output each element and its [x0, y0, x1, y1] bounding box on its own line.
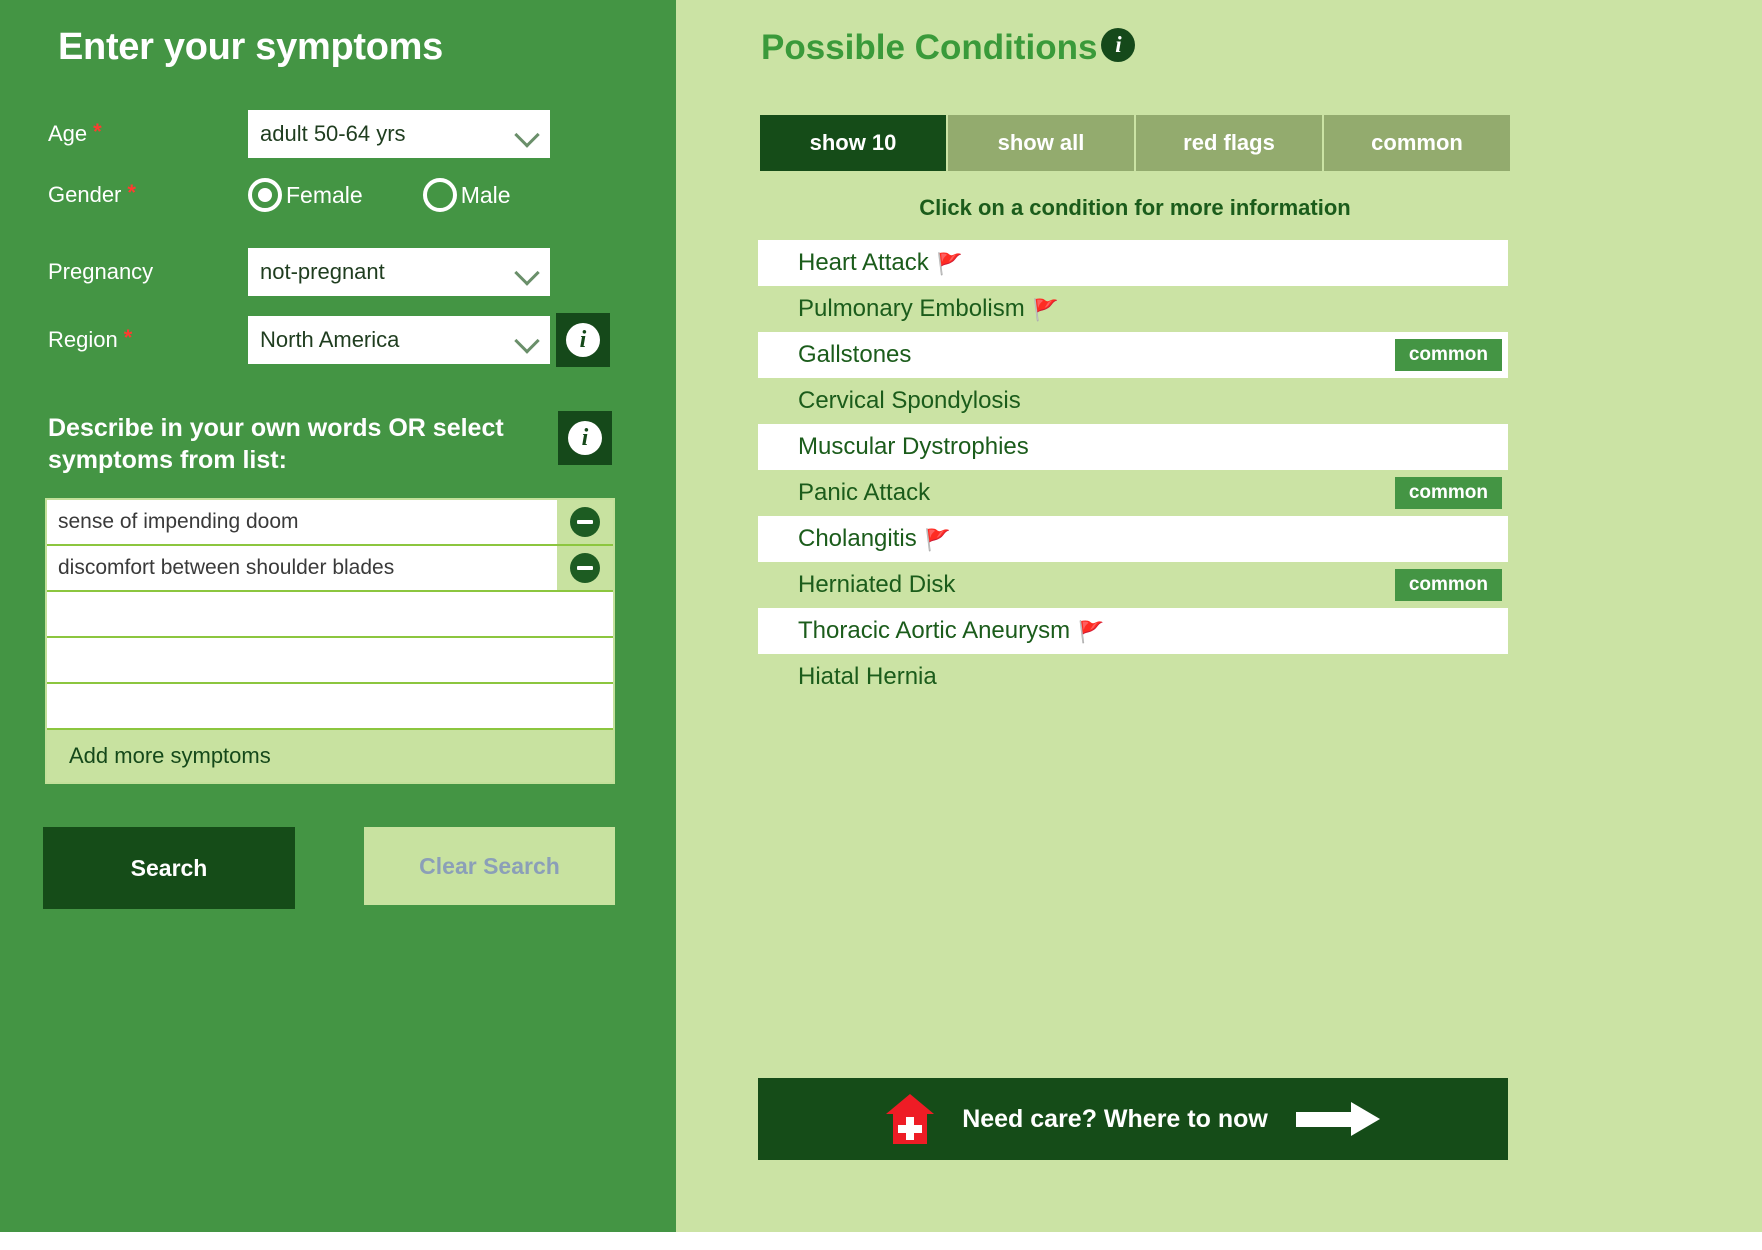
common-badge: common: [1394, 569, 1502, 601]
describe-info-button[interactable]: i: [558, 411, 612, 465]
conditions-list: Heart Attack 🚩 Pulmonary Embolism 🚩 Gall…: [758, 240, 1508, 700]
remove-symptom-button[interactable]: [557, 546, 613, 590]
symptom-row[interactable]: sense of impending doom: [47, 500, 613, 546]
condition-row[interactable]: Thoracic Aortic Aneurysm 🚩: [758, 608, 1508, 654]
results-tabs: show 10 show all red flags common: [760, 115, 1510, 171]
condition-row[interactable]: Muscular Dystrophies: [758, 424, 1508, 470]
need-care-text: Need care? Where to now: [962, 1104, 1268, 1133]
condition-name: Herniated Disk: [798, 571, 956, 598]
red-flag-icon: 🚩: [924, 528, 951, 552]
right-arrow-icon: [1295, 1102, 1380, 1136]
condition-name: Hiatal Hernia: [798, 663, 937, 690]
symptom-list: sense of impending doom discomfort betwe…: [45, 498, 615, 784]
condition-row[interactable]: Panic Attack common: [758, 470, 1508, 516]
describe-label: Describe in your own words OR select sym…: [48, 414, 504, 474]
required-asterisk: *: [127, 180, 136, 205]
required-asterisk: *: [123, 325, 133, 350]
red-flag-icon: 🚩: [1032, 298, 1059, 322]
common-badge: common: [1394, 339, 1502, 371]
condition-name: Cholangitis: [798, 525, 917, 552]
red-flag-icon: 🚩: [936, 252, 963, 276]
panel-title: Enter your symptoms: [58, 26, 443, 68]
pregnancy-label-wrap: Pregnancy: [48, 259, 248, 285]
minus-circle-icon: [570, 507, 600, 537]
symptom-row-empty[interactable]: [47, 684, 613, 730]
chevron-down-icon: [514, 327, 540, 353]
gender-option-female[interactable]: Female: [248, 178, 363, 212]
region-label-wrap: Region *: [48, 325, 248, 353]
region-value: North America: [260, 327, 400, 352]
gender-label: Gender: [48, 182, 122, 207]
age-row: Age * adult 50-64 yrs: [48, 110, 648, 158]
region-select[interactable]: North America: [248, 316, 550, 364]
pregnancy-select[interactable]: not-pregnant: [248, 248, 550, 296]
condition-row[interactable]: Cervical Spondylosis: [758, 378, 1508, 424]
age-label: Age: [48, 121, 88, 146]
condition-name: Gallstones: [798, 341, 912, 368]
gender-label-wrap: Gender *: [48, 180, 248, 208]
condition-row[interactable]: Herniated Disk common: [758, 562, 1508, 608]
condition-row[interactable]: Gallstones common: [758, 332, 1508, 378]
symptom-text: [47, 638, 613, 682]
condition-row[interactable]: Hiatal Hernia: [758, 654, 1508, 700]
remove-symptom-button[interactable]: [557, 500, 613, 544]
info-icon[interactable]: i: [1101, 28, 1136, 62]
info-icon: i: [566, 323, 600, 357]
gender-radio-group: Female Male: [248, 178, 571, 212]
add-more-symptoms-button[interactable]: Add more symptoms: [47, 730, 613, 782]
chevron-down-icon: [514, 121, 540, 147]
radio-selected-icon: [248, 178, 282, 212]
hospital-house-icon: [886, 1094, 935, 1144]
age-value: adult 50-64 yrs: [260, 121, 406, 146]
gender-row: Gender * Female Male: [48, 178, 648, 212]
region-info-button[interactable]: i: [556, 313, 610, 367]
gender-option-female-label: Female: [286, 181, 363, 208]
tab-red-flags[interactable]: red flags: [1136, 115, 1324, 171]
radio-unselected-icon: [422, 178, 457, 212]
age-select[interactable]: adult 50-64 yrs: [248, 110, 550, 158]
required-asterisk: *: [93, 119, 102, 144]
condition-name: Heart Attack: [798, 249, 929, 276]
symptom-row-empty[interactable]: [47, 592, 613, 638]
results-title-wrap: Possible Conditions i: [761, 28, 1136, 68]
pregnancy-value: not-pregnant: [260, 259, 385, 284]
chevron-down-icon: [514, 259, 540, 285]
condition-row[interactable]: Heart Attack 🚩: [758, 240, 1508, 286]
info-icon: i: [568, 421, 602, 455]
tab-show-all[interactable]: show all: [948, 115, 1136, 171]
gender-option-male[interactable]: Male: [422, 178, 511, 212]
condition-name: Thoracic Aortic Aneurysm: [798, 617, 1071, 644]
condition-name: Pulmonary Embolism: [798, 295, 1025, 322]
condition-row[interactable]: Cholangitis 🚩: [758, 516, 1508, 562]
common-badge: common: [1394, 477, 1502, 509]
clear-search-button[interactable]: Clear Search: [364, 827, 615, 905]
symptom-row[interactable]: discomfort between shoulder blades: [47, 546, 613, 592]
gender-option-male-label: Male: [460, 181, 511, 208]
symptom-entry-panel: Enter your symptoms Age * adult 50-64 yrs…: [0, 0, 796, 1232]
tab-show-10[interactable]: show 10: [760, 115, 948, 171]
minus-circle-icon: [570, 553, 600, 583]
age-label-wrap: Age *: [48, 119, 248, 147]
red-flag-icon: 🚩: [1078, 620, 1105, 644]
pregnancy-label: Pregnancy: [48, 259, 154, 284]
tab-common[interactable]: common: [1324, 115, 1510, 171]
symptom-text: sense of impending doom: [58, 510, 299, 533]
condition-name: Muscular Dystrophies: [798, 433, 1029, 460]
condition-name: Panic Attack: [798, 479, 931, 506]
page-title: Possible Conditions: [761, 28, 1098, 67]
symptom-text: discomfort between shoulder blades: [58, 556, 395, 579]
condition-name: Cervical Spondylosis: [798, 387, 1021, 414]
region-label: Region: [48, 327, 118, 352]
condition-row[interactable]: Pulmonary Embolism 🚩: [758, 286, 1508, 332]
symptom-text: [47, 684, 613, 728]
region-row: Region * North America i: [48, 313, 668, 367]
symptom-checker-app: Enter your symptoms Age * adult 50-64 yrs…: [0, 0, 1762, 1250]
symptom-text: [47, 592, 613, 636]
click-hint: Click on a condition for more informatio…: [919, 195, 1351, 220]
need-care-banner[interactable]: Need care? Where to now: [758, 1078, 1508, 1160]
pregnancy-row: Pregnancy not-pregnant: [48, 248, 648, 296]
symptom-row-empty[interactable]: [47, 638, 613, 684]
search-button[interactable]: Search: [43, 827, 295, 909]
